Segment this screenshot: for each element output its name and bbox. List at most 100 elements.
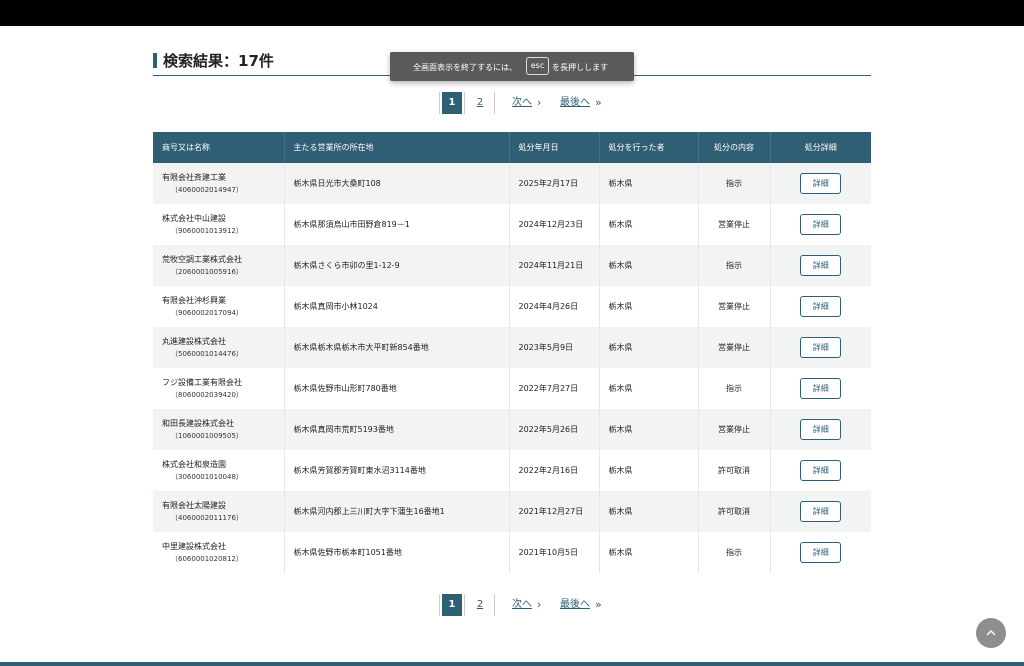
authority-cell: 栃木県 bbox=[599, 368, 699, 409]
detail-button[interactable]: 詳細 bbox=[800, 460, 842, 481]
detail-button[interactable]: 詳細 bbox=[800, 419, 842, 440]
company-name: 荒牧空調工業株式会社 bbox=[162, 255, 242, 264]
action-cell: 指示 bbox=[698, 368, 771, 409]
corporate-number: （9060002017094） bbox=[171, 309, 243, 317]
table-row: 株式会社中山建設 （9060001013912） 栃木県那須烏山市田野倉819－1… bbox=[153, 204, 871, 245]
pager-divider bbox=[464, 594, 465, 616]
corporate-number: （6060001020812） bbox=[171, 555, 243, 563]
company-name: 株式会社中山建設 bbox=[162, 214, 226, 223]
company-name: 和田長建設株式会社 bbox=[162, 419, 234, 428]
pager-divider bbox=[439, 92, 440, 114]
page-2-link[interactable]: 2 bbox=[466, 92, 494, 114]
address-cell: 栃木県那須烏山市田野倉819－1 bbox=[284, 204, 510, 245]
authority-cell: 栃木県 bbox=[599, 491, 699, 532]
chevron-up-icon bbox=[986, 629, 996, 635]
table-row: 有限会社太陽建設 （4060002011176） 栃木県河内郡上三川町大字下蒲生1… bbox=[153, 491, 871, 532]
authority-cell: 栃木県 bbox=[599, 245, 699, 286]
heading-accent-bar bbox=[153, 53, 157, 68]
chevron-right-icon[interactable]: › bbox=[537, 92, 541, 114]
page-1-current: 1 bbox=[442, 594, 462, 616]
detail-button[interactable]: 詳細 bbox=[800, 337, 842, 358]
header-date: 処分年月日 bbox=[509, 132, 600, 163]
company-name: 有限会社斉建工業 bbox=[162, 173, 226, 182]
address-cell: 栃木県栃木県栃木市大平町新854番地 bbox=[284, 327, 510, 368]
date-cell: 2024年12月23日 bbox=[509, 204, 600, 245]
double-chevron-right-icon[interactable]: » bbox=[595, 594, 602, 616]
address-cell: 栃木県河内郡上三川町大字下蒲生16番地1 bbox=[284, 491, 510, 532]
detail-cell: 詳細 bbox=[770, 450, 871, 491]
table-row: 有限会社斉建工業 （4060002014947） 栃木県日光市大桑町108 202… bbox=[153, 163, 871, 204]
table-row: 丸進建設株式会社 （5060001014476） 栃木県栃木県栃木市大平町新854… bbox=[153, 327, 871, 368]
corporate-number: （4060002011176） bbox=[171, 514, 243, 522]
address-cell: 栃木県佐野市山形町780番地 bbox=[284, 368, 510, 409]
fullscreen-exit-toast: 全画面表示を終了するには、 esc を長押しします bbox=[390, 52, 634, 81]
next-page-link[interactable]: 次へ bbox=[512, 594, 532, 616]
action-cell: 許可取消 bbox=[698, 491, 771, 532]
action-cell: 指示 bbox=[698, 163, 771, 204]
detail-button[interactable]: 詳細 bbox=[800, 173, 842, 194]
header-company-name: 商号又は名称 bbox=[153, 132, 285, 163]
detail-button[interactable]: 詳細 bbox=[800, 255, 842, 276]
company-name: 有限会社沖杉興業 bbox=[162, 296, 226, 305]
page-title: 検索結果：17件 bbox=[163, 52, 274, 70]
date-cell: 2022年7月27日 bbox=[509, 368, 600, 409]
company-cell: 丸進建設株式会社 （5060001014476） bbox=[153, 327, 285, 368]
table-row: 中里建設株式会社 （6060001020812） 栃木県佐野市栃本町1051番地 … bbox=[153, 532, 871, 573]
action-cell: 営業停止 bbox=[698, 409, 771, 450]
pager-divider bbox=[494, 92, 495, 114]
company-cell: 有限会社斉建工業 （4060002014947） bbox=[153, 163, 285, 204]
authority-cell: 栃木県 bbox=[599, 204, 699, 245]
company-name: 有限会社太陽建設 bbox=[162, 501, 226, 510]
company-name: 丸進建設株式会社 bbox=[162, 337, 226, 346]
bottom-accent-bar bbox=[0, 662, 1024, 666]
double-chevron-right-icon[interactable]: » bbox=[595, 92, 602, 114]
action-cell: 営業停止 bbox=[698, 286, 771, 327]
action-cell: 指示 bbox=[698, 532, 771, 573]
last-page-link[interactable]: 最後へ bbox=[560, 92, 590, 114]
date-cell: 2023年5月9日 bbox=[509, 327, 600, 368]
table-row: 有限会社沖杉興業 （9060002017094） 栃木県真岡市小林1024 202… bbox=[153, 286, 871, 327]
company-cell: 荒牧空調工業株式会社 （2060001005916） bbox=[153, 245, 285, 286]
pager-divider bbox=[464, 92, 465, 114]
detail-button[interactable]: 詳細 bbox=[800, 296, 842, 317]
header-address: 主たる営業所の所在地 bbox=[284, 132, 510, 163]
corporate-number: （1060001009505） bbox=[171, 432, 243, 440]
table-row: 荒牧空調工業株式会社 （2060001005916） 栃木県さくら市卯の里1-12… bbox=[153, 245, 871, 286]
corporate-number: （2060001005916） bbox=[171, 268, 243, 276]
detail-cell: 詳細 bbox=[770, 409, 871, 450]
chevron-right-icon[interactable]: › bbox=[537, 594, 541, 616]
table-row: 和田長建設株式会社 （1060001009505） 栃木県真岡市荒町5193番地 … bbox=[153, 409, 871, 450]
scroll-to-top-button[interactable] bbox=[976, 618, 1006, 648]
date-cell: 2025年2月17日 bbox=[509, 163, 600, 204]
detail-button[interactable]: 詳細 bbox=[800, 542, 842, 563]
company-name: 中里建設株式会社 bbox=[162, 542, 226, 551]
corporate-number: （5060001014476） bbox=[171, 350, 243, 358]
action-cell: 営業停止 bbox=[698, 327, 771, 368]
detail-cell: 詳細 bbox=[770, 491, 871, 532]
page-1-current: 1 bbox=[442, 92, 462, 114]
detail-cell: 詳細 bbox=[770, 286, 871, 327]
detail-cell: 詳細 bbox=[770, 327, 871, 368]
results-table: 商号又は名称 主たる営業所の所在地 処分年月日 処分を行った者 処分の内容 処分… bbox=[153, 132, 871, 573]
next-page-link[interactable]: 次へ bbox=[512, 92, 532, 114]
table-row: フジ設備工業有限会社 （8060002039420） 栃木県佐野市山形町780番地… bbox=[153, 368, 871, 409]
authority-cell: 栃木県 bbox=[599, 532, 699, 573]
company-cell: 株式会社中山建設 （9060001013912） bbox=[153, 204, 285, 245]
company-cell: フジ設備工業有限会社 （8060002039420） bbox=[153, 368, 285, 409]
table-row: 株式会社和泉造園 （3060001010048） 栃木県芳賀郡芳賀町東水沼3114… bbox=[153, 450, 871, 491]
top-black-bar bbox=[0, 0, 1024, 26]
authority-cell: 栃木県 bbox=[599, 450, 699, 491]
detail-button[interactable]: 詳細 bbox=[800, 501, 842, 522]
pagination-bottom: 1 2 次へ › 最後へ » bbox=[439, 594, 639, 616]
esc-key-badge: esc bbox=[526, 57, 549, 75]
detail-button[interactable]: 詳細 bbox=[800, 378, 842, 399]
detail-button[interactable]: 詳細 bbox=[800, 214, 842, 235]
detail-cell: 詳細 bbox=[770, 163, 871, 204]
address-cell: 栃木県芳賀郡芳賀町東水沼3114番地 bbox=[284, 450, 510, 491]
pagination-top: 1 2 次へ › 最後へ » bbox=[439, 92, 639, 114]
page-2-link[interactable]: 2 bbox=[466, 594, 494, 616]
address-cell: 栃木県さくら市卯の里1-12-9 bbox=[284, 245, 510, 286]
last-page-link[interactable]: 最後へ bbox=[560, 594, 590, 616]
company-cell: 和田長建設株式会社 （1060001009505） bbox=[153, 409, 285, 450]
corporate-number: （9060001013912） bbox=[171, 227, 243, 235]
